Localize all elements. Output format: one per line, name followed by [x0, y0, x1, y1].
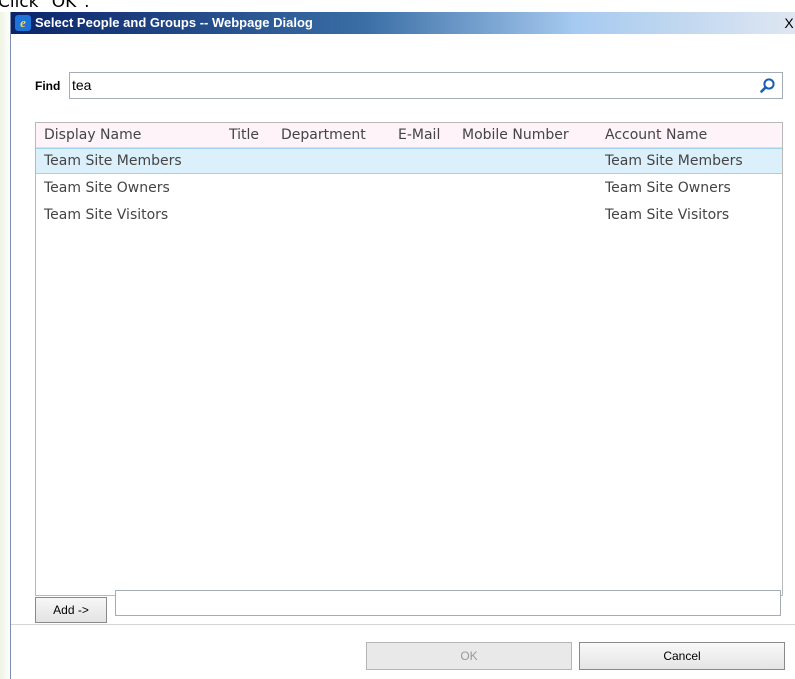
- cell-display-name: Team Site Owners: [44, 180, 170, 196]
- cell-account-name: Team Site Visitors: [605, 207, 730, 223]
- select-people-dialog: e Select People and Groups -- Webpage Di…: [10, 12, 795, 679]
- add-button[interactable]: Add ->: [35, 597, 107, 623]
- search-icon[interactable]: [759, 77, 776, 94]
- column-title[interactable]: Title: [229, 123, 259, 147]
- background-window: Click "OK".: [0, 0, 795, 12]
- cell-display-name: Team Site Visitors: [44, 207, 169, 223]
- cell-account-name: Team Site Members: [605, 153, 743, 169]
- cell-account-name: Team Site Owners: [605, 180, 731, 196]
- column-account-name[interactable]: Account Name: [605, 123, 707, 147]
- background-caption: Click "OK".: [0, 0, 90, 12]
- column-mobile-number[interactable]: Mobile Number: [462, 123, 569, 147]
- find-input[interactable]: [72, 76, 732, 94]
- dialog-title: Select People and Groups -- Webpage Dial…: [35, 15, 313, 30]
- ie-icon: e: [15, 15, 31, 31]
- divider: [11, 624, 795, 625]
- column-department[interactable]: Department: [281, 123, 366, 147]
- titlebar[interactable]: e Select People and Groups -- Webpage Di…: [11, 12, 795, 34]
- table-row[interactable]: Team Site Owners Team Site Owners: [36, 176, 782, 202]
- results-header: Display Name Title Department E-Mail Mob…: [36, 123, 782, 148]
- cancel-button[interactable]: Cancel: [579, 642, 785, 670]
- background-edge: [0, 12, 10, 679]
- column-email[interactable]: E-Mail: [398, 123, 440, 147]
- find-field[interactable]: [69, 72, 783, 99]
- ok-button[interactable]: OK: [366, 642, 572, 670]
- results-table: Display Name Title Department E-Mail Mob…: [35, 122, 783, 596]
- close-icon[interactable]: X: [782, 15, 795, 31]
- find-label: Find: [35, 79, 61, 93]
- table-row[interactable]: Team Site Visitors Team Site Visitors: [36, 203, 782, 229]
- table-row[interactable]: Team Site Members Team Site Members: [36, 148, 782, 174]
- cell-display-name: Team Site Members: [44, 153, 182, 169]
- add-field[interactable]: [115, 590, 781, 616]
- column-display-name[interactable]: Display Name: [44, 123, 141, 147]
